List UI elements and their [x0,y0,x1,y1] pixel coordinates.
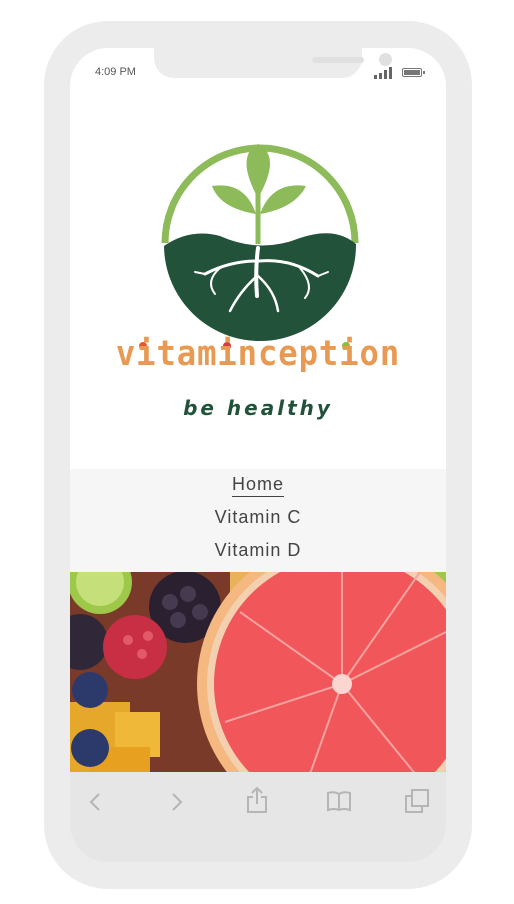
logo-icon [161,144,359,341]
phone-bezel: 4:09 PM vitaminception be healthy Home V… [70,48,446,862]
brand-tagline: be healthy [183,396,333,420]
bookmarks-icon[interactable] [326,790,352,812]
hero-image [70,572,446,772]
forward-icon[interactable] [166,792,186,812]
status-time: 4:09 PM [95,66,136,78]
nav-item-home[interactable]: Home [70,474,446,497]
speaker [312,57,364,63]
tabs-icon[interactable] [404,788,430,814]
back-icon[interactable] [86,792,106,812]
camera [379,53,392,66]
share-icon[interactable] [246,786,268,814]
brand-name: vitaminception [115,334,401,374]
battery-icon [402,68,425,77]
screen: 4:09 PM vitaminception be healthy Home V… [70,48,446,772]
signal-icon [374,67,394,79]
browser-toolbar [70,772,446,862]
nav-item-vitamin-d[interactable]: Vitamin D [70,540,446,561]
notch [154,48,392,78]
main-nav: Home Vitamin C Vitamin D [70,469,446,572]
nav-item-vitamin-c[interactable]: Vitamin C [70,507,446,528]
